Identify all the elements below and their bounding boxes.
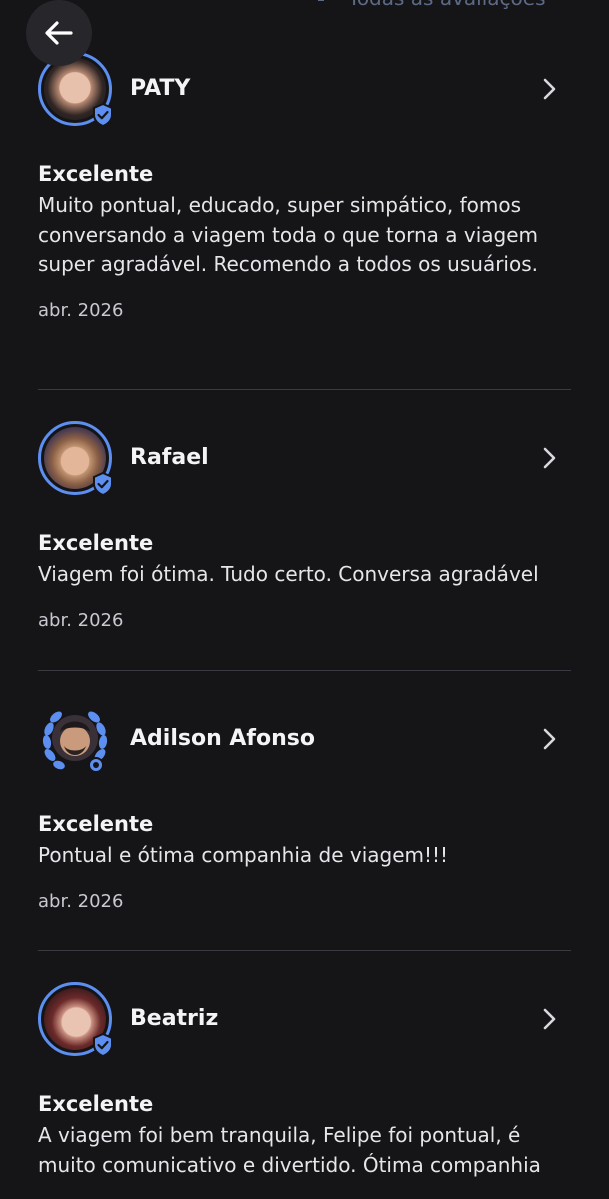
verified-icon [93, 471, 113, 497]
chevron-right-icon [543, 728, 556, 750]
avatar [38, 421, 113, 497]
review-comment: Muito pontual, educado, super simpático,… [38, 193, 539, 276]
reviewer-name: Beatriz [130, 1006, 219, 1031]
arrow-left-icon [45, 21, 73, 45]
reviewer-name: Rafael [130, 445, 209, 470]
chevron-right-icon [543, 1008, 556, 1030]
divider [38, 950, 571, 951]
verified-icon [93, 1032, 113, 1058]
reviewer-name: Adilson Afonso [130, 726, 315, 751]
back-button[interactable] [26, 0, 92, 66]
rating-label: Excelente [38, 812, 154, 836]
review-item: Rafael Excelente Viagem foi ótima. Tudo … [38, 421, 571, 631]
reviewer-row[interactable]: PATY [38, 52, 571, 128]
rating-label: Excelente [38, 162, 154, 186]
review-date: abr. 2026 [38, 299, 124, 321]
link-marker [318, 0, 324, 1]
verified-icon [93, 102, 113, 128]
reviewer-name: PATY [130, 76, 191, 101]
reviewer-row[interactable]: Rafael [38, 421, 571, 497]
divider [38, 389, 571, 390]
reviewer-row[interactable]: Adilson Afonso [38, 702, 571, 776]
divider [38, 670, 571, 671]
all-reviews-link[interactable]: Todas as avaliações [318, 0, 546, 10]
review-comment: Viagem foi ótima. Tudo certo. Conversa a… [38, 562, 539, 586]
review-item: PATY Excelente Muito pontual, educado, s… [38, 52, 571, 321]
all-reviews-label: Todas as avaliações [348, 0, 546, 10]
chevron-right-icon [543, 447, 556, 469]
review-date: abr. 2026 [38, 890, 124, 912]
rating-label: Excelente [38, 1092, 154, 1116]
avatar [38, 982, 113, 1058]
review-item: Beatriz Excelente A viagem foi bem tranq… [38, 982, 571, 1180]
reviews-screen: Todas as avaliações PATY Excelente M [0, 0, 609, 1199]
avatar [38, 702, 112, 776]
rating-label: Excelente [38, 531, 154, 555]
reviewer-row[interactable]: Beatriz [38, 982, 571, 1058]
review-comment: A viagem foi bem tranquila, Felipe foi p… [38, 1123, 541, 1177]
review-item: Adilson Afonso Excelente Pontual e ótima… [38, 702, 571, 912]
review-comment: Pontual e ótima companhia de viagem!!! [38, 843, 449, 867]
chevron-right-icon [543, 78, 556, 100]
review-date: abr. 2026 [38, 609, 124, 631]
laurel-wreath-icon [42, 711, 108, 773]
